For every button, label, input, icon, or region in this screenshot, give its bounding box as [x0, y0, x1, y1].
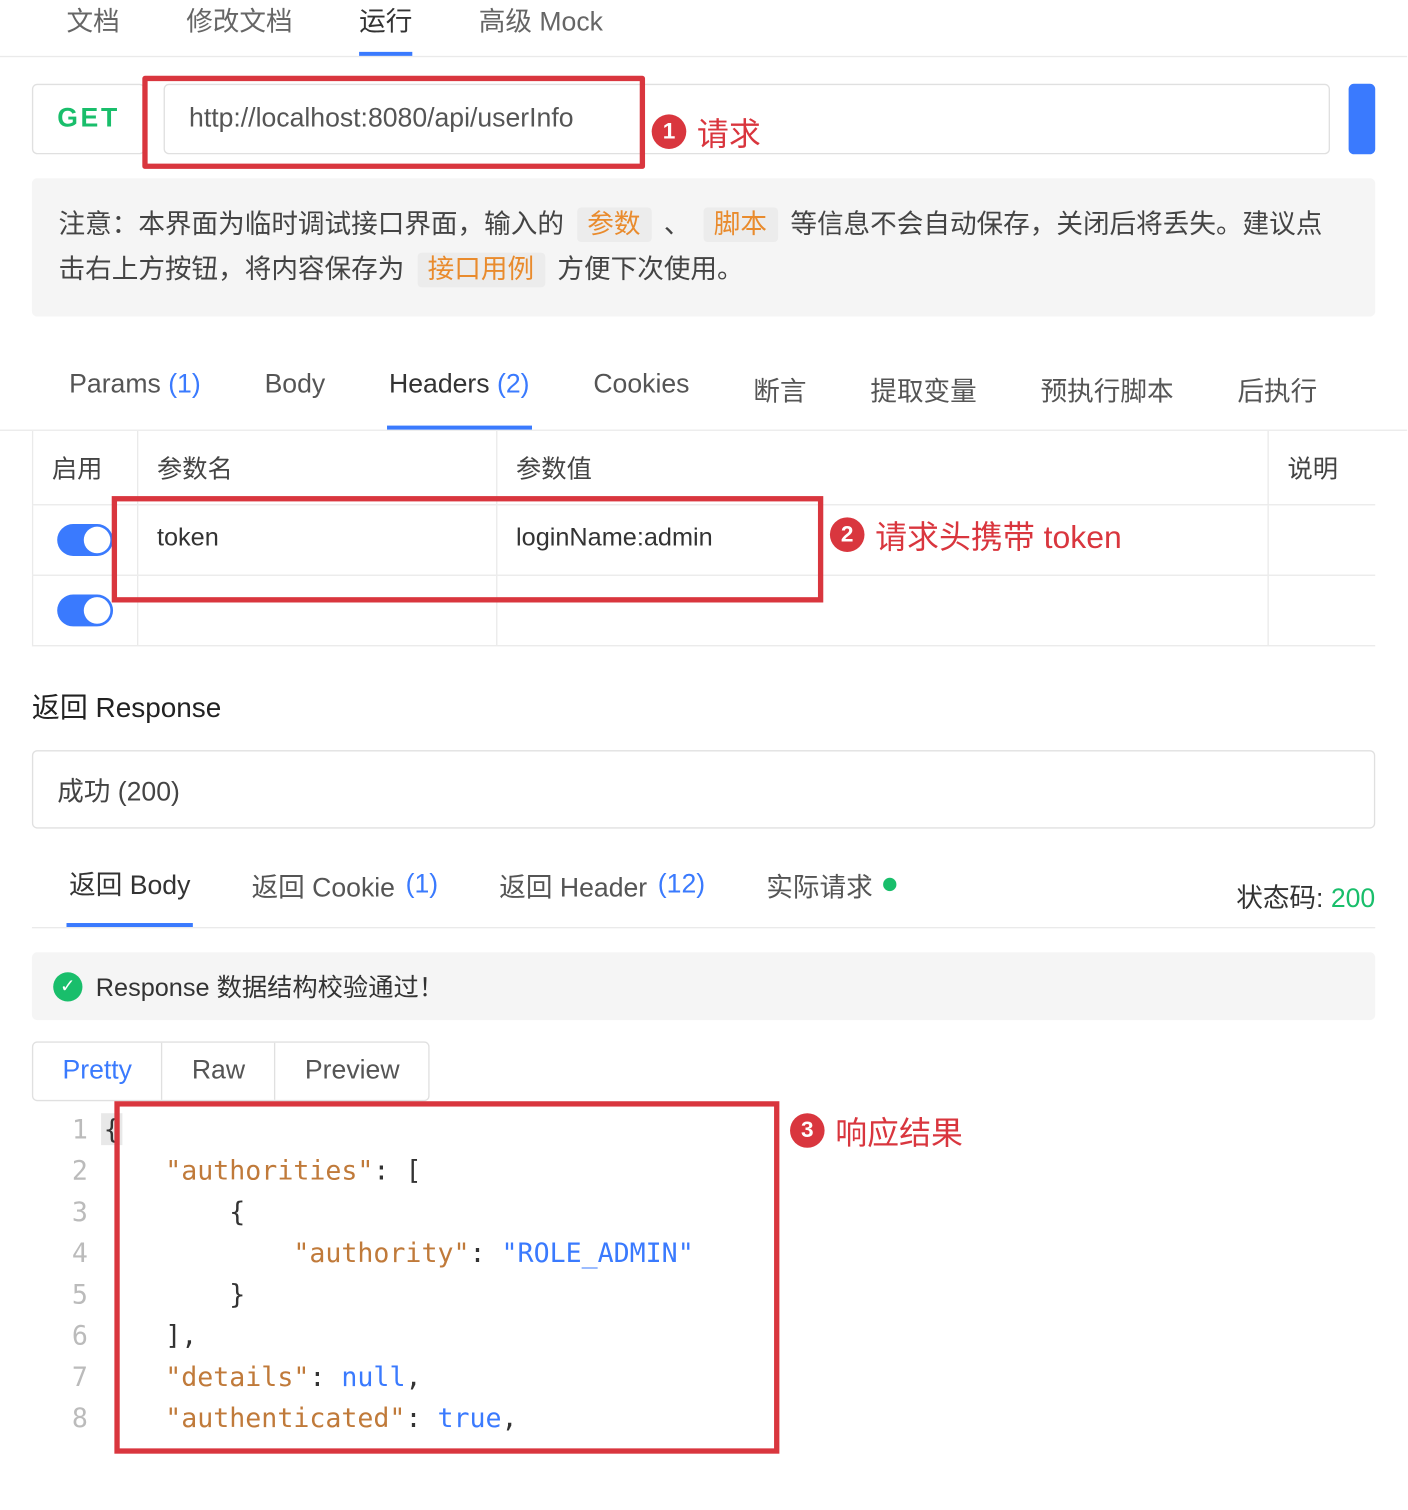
col-desc: 说明 — [1269, 431, 1375, 504]
header-value-input[interactable]: loginName:admin — [497, 505, 1268, 574]
status-dot-icon — [883, 878, 896, 891]
status-code-label: 状态码: — [1236, 884, 1331, 913]
view-tab-pretty[interactable]: Pretty — [33, 1043, 162, 1100]
notice-text: 注意：本界面为临时调试接口界面，输入的 — [59, 210, 572, 239]
view-tab-preview[interactable]: Preview — [276, 1043, 429, 1100]
notice-sep: 、 — [664, 210, 691, 239]
subtab-cookies[interactable]: Cookies — [591, 370, 692, 430]
resp-tab-cookie[interactable]: 返回 Cookie (1) — [249, 863, 441, 927]
resp-tab-count: (1) — [406, 869, 439, 900]
resp-tab-count: (12) — [658, 869, 705, 900]
subtab-assert[interactable]: 断言 — [751, 370, 810, 430]
headers-table-head: 启用 参数名 参数值 说明 — [32, 431, 1375, 505]
response-status-select[interactable]: 成功 (200) — [32, 750, 1375, 828]
subtab-count: (1) — [168, 370, 201, 399]
subtab-extract[interactable]: 提取变量 — [868, 370, 980, 430]
header-name-input[interactable] — [138, 576, 497, 645]
send-button[interactable] — [1349, 84, 1376, 154]
status-code-display: 状态码: 200 — [1236, 876, 1375, 915]
col-name: 参数名 — [138, 431, 497, 504]
subtab-headers[interactable]: Headers (2) — [386, 370, 532, 430]
response-title: 返回 Response — [0, 646, 1407, 750]
toggle-switch[interactable] — [57, 524, 113, 556]
resp-tab-actual[interactable]: 实际请求 — [764, 863, 900, 927]
notice-text: 方便下次使用。 — [557, 255, 743, 284]
line-number: 8 — [72, 1398, 88, 1439]
line-number: 6 — [72, 1315, 88, 1356]
notice-tag-script: 脚本 — [703, 207, 777, 242]
resp-tab-body[interactable]: 返回 Body — [67, 863, 194, 927]
resp-tab-label: 实际请求 — [766, 865, 872, 904]
header-name-input[interactable]: token — [138, 505, 497, 574]
subtab-params[interactable]: Params (1) — [67, 370, 204, 430]
enable-toggle-cell — [32, 505, 138, 574]
line-number: 5 — [72, 1274, 88, 1315]
line-number: 7 — [72, 1357, 88, 1398]
table-row: token loginName:admin — [32, 505, 1375, 575]
col-enable: 启用 — [32, 431, 138, 504]
tab-run[interactable]: 运行 — [359, 0, 412, 56]
subtab-label: Headers — [389, 370, 497, 399]
enable-toggle-cell — [32, 576, 138, 645]
resp-tab-label: 返回 Cookie — [252, 865, 395, 904]
subtab-prescript[interactable]: 预执行脚本 — [1038, 370, 1176, 430]
line-number: 1 — [72, 1109, 88, 1150]
table-row — [32, 576, 1375, 646]
col-value: 参数值 — [497, 431, 1268, 504]
http-method-select[interactable]: GET — [32, 84, 145, 154]
notice-tag-param: 参数 — [577, 207, 651, 242]
line-number: 2 — [72, 1150, 88, 1191]
status-code-value: 200 — [1331, 884, 1375, 913]
url-input[interactable]: http://localhost:8080/api/userInfo — [164, 84, 1330, 154]
validation-text: Response 数据结构校验通过！ — [96, 968, 444, 1004]
line-gutter: 1 2 3 4 5 6 7 8 — [32, 1109, 101, 1439]
validation-bar: ✓ Response 数据结构校验通过！ — [32, 952, 1375, 1020]
header-value-input[interactable] — [497, 576, 1268, 645]
tab-edit-doc[interactable]: 修改文档 — [186, 0, 292, 56]
line-number: 4 — [72, 1233, 88, 1274]
view-tab-raw[interactable]: Raw — [163, 1043, 276, 1100]
toggle-switch[interactable] — [57, 595, 113, 627]
check-icon: ✓ — [53, 972, 82, 1001]
tab-mock[interactable]: 高级 Mock — [479, 0, 603, 56]
subtab-count: (2) — [497, 370, 530, 399]
header-desc-input[interactable] — [1269, 505, 1375, 574]
resp-tab-header[interactable]: 返回 Header (12) — [497, 863, 708, 927]
code-content: { "authorities": [ { "authority": "ROLE_… — [101, 1109, 694, 1439]
resp-tab-label: 返回 Header — [499, 865, 647, 904]
subtab-label: Params — [69, 370, 168, 399]
subtab-postscript[interactable]: 后执行 — [1235, 370, 1320, 430]
tab-doc[interactable]: 文档 — [67, 0, 120, 56]
subtab-body[interactable]: Body — [262, 370, 328, 430]
notice-tag-case: 接口用例 — [417, 253, 545, 288]
response-body-viewer[interactable]: 1 2 3 4 5 6 7 8 { "authorities": [ { "au… — [32, 1101, 1375, 1439]
line-number: 3 — [72, 1192, 88, 1233]
http-method-value: GET — [57, 104, 120, 135]
notice-bar: 注意：本界面为临时调试接口界面，输入的 参数 、 脚本 等信息不会自动保存，关闭… — [32, 178, 1375, 316]
header-desc-input[interactable] — [1269, 576, 1375, 645]
